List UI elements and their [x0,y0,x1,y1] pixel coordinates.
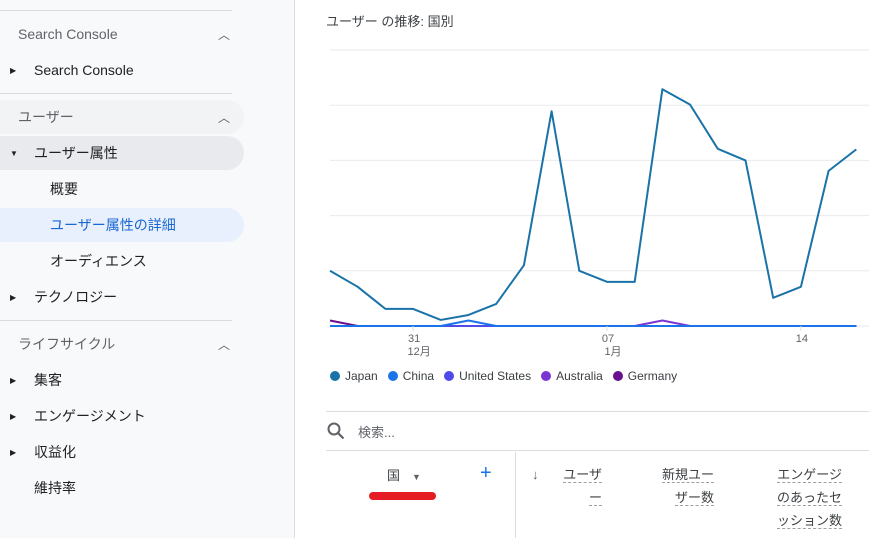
sidebar-item-demographics[interactable]: ▼ ユーザー属性 [0,136,244,170]
main-content: ユーザー の推移: 国別 31 12月 07 1月 14 Japan China Unite… [296,0,869,538]
divider [0,93,232,94]
legend-label: United States [459,369,532,383]
sidebar-item-retention[interactable]: 維持率 [0,471,244,505]
chevron-up-icon[interactable]: ︿ [218,26,230,43]
section-lifecycle[interactable]: ライフサイクル ︿ [0,327,244,361]
legend-item[interactable]: United States [444,369,531,383]
sidebar-item-demographics-detail[interactable]: ユーザー属性の詳細 [0,208,244,242]
series-line-china [330,319,857,327]
legend-dot-icon [612,371,623,381]
search-bar[interactable]: 検索... [326,411,869,451]
caret-down-icon: ▼ [10,148,18,158]
sidebar-item-audience[interactable]: オーディエンス [0,244,244,278]
section-label: ライフサイクル [18,336,116,352]
legend-dot-icon [541,371,552,381]
caret-right-icon: ▶ [10,292,17,302]
divider [0,10,232,11]
sidebar-item-overview[interactable]: 概要 [0,172,244,206]
sidebar-item-acquisition[interactable]: ▶ 集客 [0,363,244,397]
caret-right-icon: ▶ [10,65,17,75]
x-tick-label: 31 [408,333,420,345]
sidebar-item-label: ユーザー属性 [34,145,118,161]
chevron-up-icon[interactable]: ︿ [218,109,230,126]
sidebar-item-technology[interactable]: ▶ テクノロジー [0,280,244,314]
add-dimension-button[interactable]: + [480,462,492,485]
sidebar-item-search-console[interactable]: ▶ Search Console [0,53,244,87]
legend-label: China [402,369,435,383]
x-tick-label: 14 [796,333,808,345]
series-line-japan [329,88,857,321]
column-header-engaged-sessions[interactable]: エンゲージのあったセッション数 [770,463,842,532]
line-chart: 3112月 071月 14 [329,49,869,358]
sidebar-item-label: テクノロジー [34,289,118,305]
header-line: のあったセ [776,490,842,506]
caret-right-icon: ▶ [10,411,17,421]
legend-dot-icon [444,371,455,381]
header-line: ー [588,490,602,506]
header-line: 新規ユー [661,467,714,483]
section-label: ユーザー [18,109,74,125]
red-highlight-mark [369,492,436,500]
sort-down-icon[interactable]: ↓ [532,463,539,486]
legend-dot-icon [387,371,398,381]
section-user[interactable]: ユーザー ︿ [0,100,244,134]
x-tick-month-label: 12月 [407,346,430,358]
header-line: ユーザ [563,467,602,483]
column-header-new-users[interactable]: 新規ユーザー数 [654,463,714,509]
legend-item[interactable]: Australia [541,369,603,383]
chevron-up-icon[interactable]: ︿ [218,336,230,353]
sidebar-item-label: 維持率 [34,480,76,496]
legend-item[interactable]: Japan [330,369,378,383]
sidebar-item-label: オーディエンス [50,253,147,269]
search-input[interactable]: 検索... [358,422,395,441]
divider [0,320,232,321]
dimension-selector[interactable]: 国 ▼ [387,464,421,489]
legend-dot-icon [330,371,340,381]
caret-right-icon: ▶ [10,375,17,385]
legend-item[interactable]: Germany [612,369,678,383]
column-header-users[interactable]: ユーザー [560,463,602,509]
sidebar-item-engagement[interactable]: ▶ エンゲージメント [0,399,244,433]
dimension-label: 国 [387,468,401,483]
sidebar-item-label: 収益化 [34,444,76,460]
section-label: Search Console [18,26,118,42]
sidebar-item-label: エンゲージメント [34,408,146,424]
column-divider [515,452,516,538]
search-icon [327,422,345,440]
dropdown-arrow-icon: ▼ [412,472,421,482]
sidebar: Search Console ︿ ▶ Search Console ユーザー ︿ ▼ ユ… [0,0,295,538]
x-tick-month-label: 1月 [604,346,621,358]
sidebar-item-label: 概要 [50,181,78,197]
sidebar-item-label: Search Console [34,62,134,78]
legend-item[interactable]: China [387,369,435,383]
header-line: ザー数 [674,490,714,506]
sidebar-item-label: 集客 [34,372,62,388]
caret-right-icon: ▶ [10,447,17,457]
sidebar-item-label: ユーザー属性の詳細 [50,217,176,233]
legend-label: Japan [345,369,378,383]
header-line: ッション数 [776,513,842,529]
legend-label: Australia [556,369,603,383]
section-search-console[interactable]: Search Console ︿ [0,17,244,51]
header-line: エンゲージ [777,467,842,483]
sidebar-item-monetization[interactable]: ▶ 収益化 [0,435,244,469]
legend-label: Germany [627,369,678,383]
chart-legend: Japan China United States Australia Germany [330,369,677,383]
x-tick-label: 07 [602,333,614,345]
